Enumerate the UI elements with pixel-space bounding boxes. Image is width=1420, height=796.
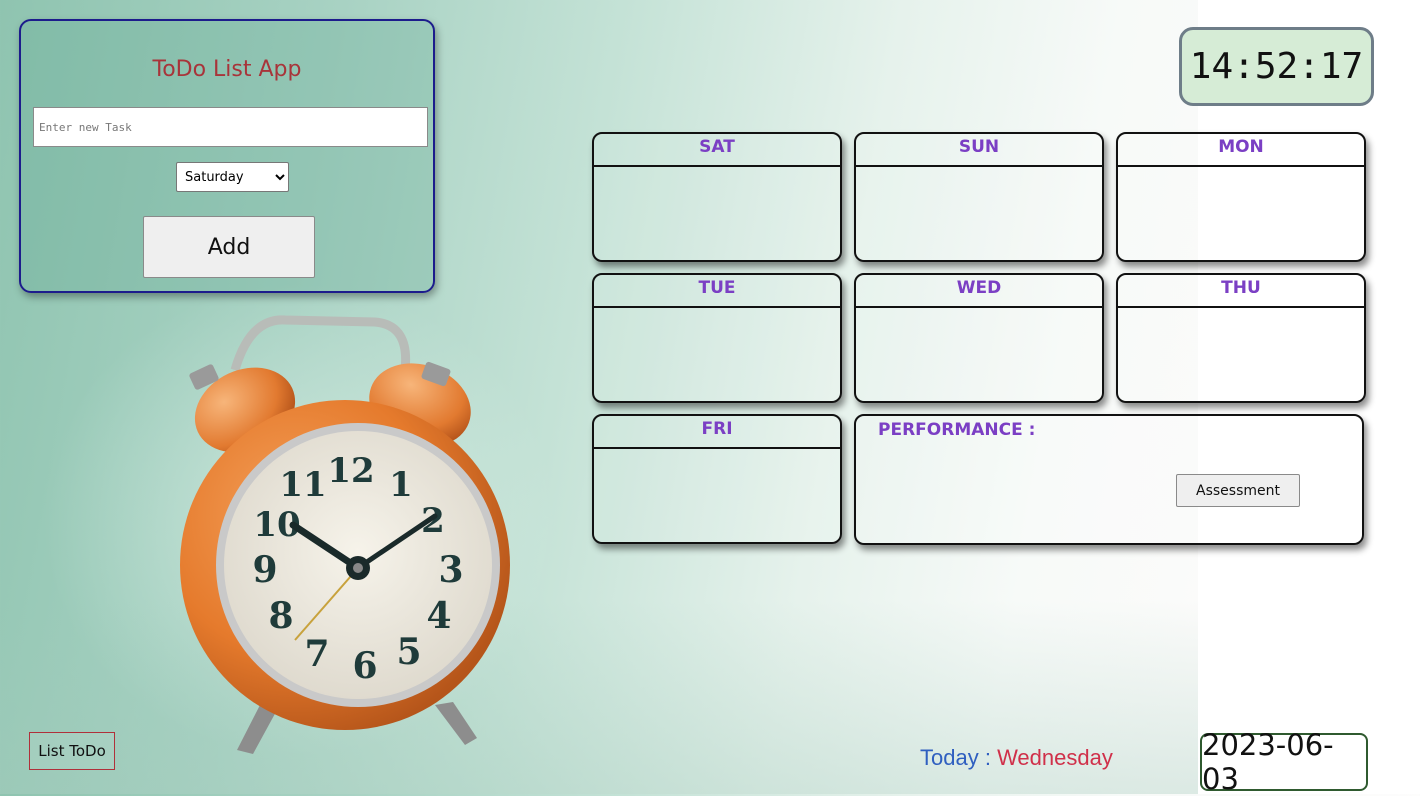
svg-text:5: 5	[396, 631, 421, 673]
day-card-title: WED	[856, 275, 1102, 308]
day-card-title: TUE	[594, 275, 840, 308]
task-input[interactable]	[33, 107, 428, 147]
list-todo-button[interactable]: List ToDo	[29, 732, 115, 770]
svg-text:12: 12	[327, 451, 374, 491]
day-card-mon: MON	[1116, 132, 1366, 262]
svg-text:3: 3	[438, 549, 463, 591]
day-select[interactable]: Saturday	[176, 162, 289, 192]
svg-text:9: 9	[252, 549, 277, 591]
svg-text:4: 4	[426, 595, 451, 637]
today-indicator: Today : Wednesday	[920, 745, 1113, 771]
task-form-panel: ToDo List App Saturday Add	[19, 19, 435, 293]
assessment-button[interactable]: Assessment	[1176, 474, 1300, 507]
day-card-sat: SAT	[592, 132, 842, 262]
day-card-title: THU	[1118, 275, 1364, 308]
svg-text:8: 8	[268, 595, 293, 637]
day-card-sun: SUN	[854, 132, 1104, 262]
today-value: Wednesday	[997, 745, 1113, 770]
digital-clock: 14:52:17	[1179, 27, 1374, 106]
day-card-title: SUN	[856, 134, 1102, 167]
date-display: 2023-06-03	[1200, 728, 1368, 796]
alarm-clock-icon: 12 1 2 3 4 5 6 7 8 9 10 11	[180, 315, 510, 754]
day-card-title: MON	[1118, 134, 1364, 167]
svg-text:1: 1	[389, 465, 413, 505]
today-label: Today :	[920, 745, 991, 770]
day-card-title: FRI	[594, 416, 840, 449]
day-card-tue: TUE	[592, 273, 842, 403]
svg-text:11: 11	[279, 465, 326, 505]
add-button[interactable]: Add	[143, 216, 315, 278]
svg-text:6: 6	[352, 645, 377, 687]
svg-text:7: 7	[304, 633, 329, 675]
app-title: ToDo List App	[152, 57, 302, 82]
performance-card: PERFORMANCE : Assessment	[854, 414, 1364, 545]
day-card-thu: THU	[1116, 273, 1366, 403]
performance-label: PERFORMANCE :	[878, 420, 1036, 440]
day-card-wed: WED	[854, 273, 1104, 403]
day-card-fri: FRI	[592, 414, 842, 544]
day-card-title: SAT	[594, 134, 840, 167]
